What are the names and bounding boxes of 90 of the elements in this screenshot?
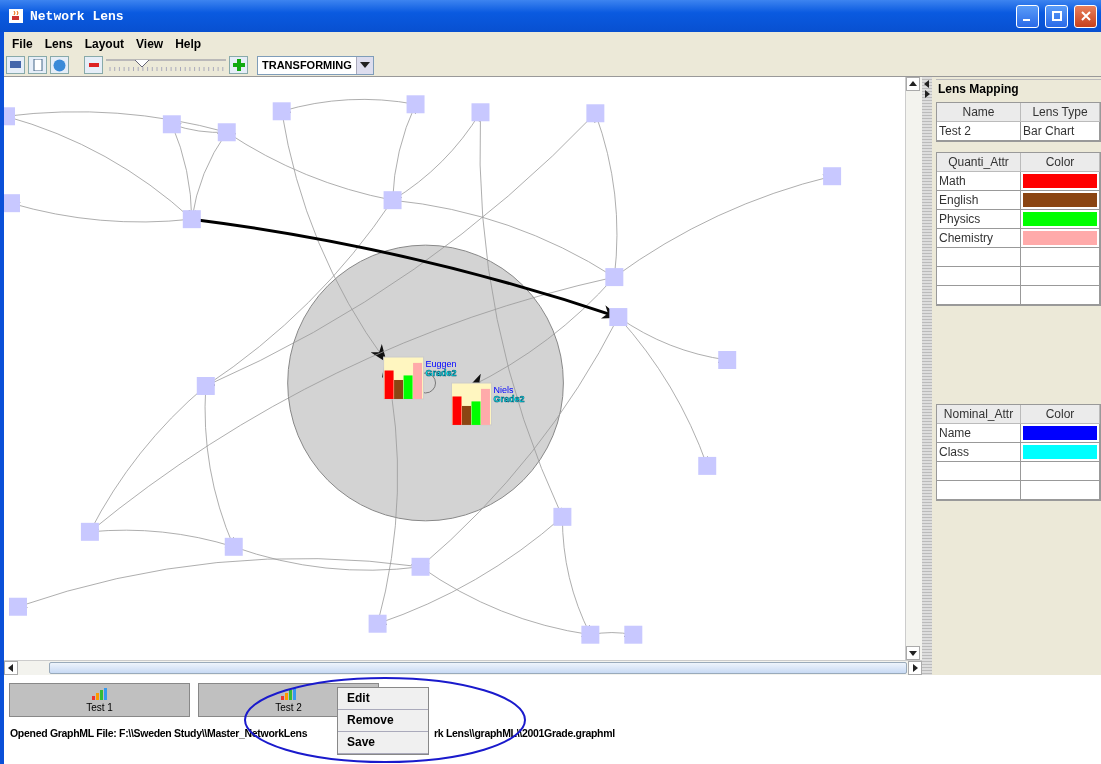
column-header: Lens Type [1021, 103, 1100, 122]
table-cell: Class [937, 443, 1021, 462]
graph-node[interactable] [272, 102, 291, 121]
graph-node[interactable] [718, 351, 737, 369]
document-icon [31, 59, 44, 71]
menu-item[interactable]: Help [175, 37, 202, 51]
toolbar-button[interactable] [50, 56, 69, 74]
window-title: Network Lens [30, 8, 125, 24]
toolbar-button[interactable] [28, 56, 47, 74]
zoom-out-button[interactable] [84, 56, 103, 74]
node-name: Euggen [425, 359, 457, 369]
close-button[interactable] [1074, 4, 1097, 28]
table-cell: Chemistry [937, 229, 1021, 248]
table-cell: Physics [937, 210, 1021, 229]
graph-node[interactable] [609, 308, 628, 327]
menu-item[interactable]: Edit [338, 688, 428, 710]
close-icon [1080, 11, 1091, 21]
color-swatch[interactable] [1023, 231, 1097, 245]
table-cell: Test 2 [937, 122, 1021, 141]
graph-node[interactable] [553, 507, 572, 526]
graph-node[interactable] [162, 115, 181, 134]
color-swatch[interactable] [1023, 445, 1097, 459]
column-header: Color [1021, 405, 1100, 424]
menu-item[interactable]: Lens [44, 37, 73, 51]
globe-icon [53, 58, 66, 72]
table-cell: Math [937, 172, 1021, 191]
graph-node[interactable] [224, 537, 243, 556]
color-swatch[interactable] [1023, 426, 1097, 440]
monitor-icon [9, 60, 22, 70]
graph-node[interactable] [196, 377, 215, 395]
graph-node[interactable] [4, 194, 20, 213]
mode-dropdown[interactable]: TRANSFORMING [257, 55, 374, 75]
color-swatch[interactable] [1023, 212, 1097, 226]
horizontal-scrollbar[interactable] [4, 660, 922, 675]
minimize-button[interactable] [1016, 4, 1039, 28]
bar-chart-icon [91, 687, 108, 700]
vertical-scrollbar[interactable] [905, 77, 922, 660]
color-swatch[interactable] [1023, 174, 1097, 188]
menu-item[interactable]: File [12, 37, 33, 51]
maximize-icon [1051, 11, 1062, 21]
color-swatch[interactable] [1023, 193, 1097, 207]
caret-icon [359, 62, 370, 68]
splitter[interactable] [922, 77, 932, 675]
table-cell: Name [937, 424, 1021, 443]
slider-thumb[interactable] [135, 57, 149, 65]
bar-chart-icon [383, 356, 425, 400]
zoom-slider[interactable] [106, 57, 226, 73]
menu-item[interactable]: View [136, 37, 164, 51]
graph-node[interactable] [471, 103, 490, 122]
down-arrow-icon [908, 648, 918, 658]
menu-item[interactable]: Remove [338, 710, 428, 732]
right-arrow-icon [910, 663, 920, 673]
graph-node[interactable] [217, 123, 236, 142]
graph-node[interactable] [368, 614, 387, 633]
node-class: Grade2 [493, 393, 525, 404]
menu-item[interactable]: Layout [84, 37, 125, 51]
maximize-button[interactable] [1045, 4, 1068, 28]
left-arrow-icon [6, 663, 16, 673]
column-header: Quanti_Attr [937, 153, 1021, 172]
column-header: Color [1021, 153, 1100, 172]
table-cell: Bar Chart [1021, 122, 1100, 141]
graph-node[interactable] [605, 268, 624, 287]
minimize-icon [1022, 19, 1030, 21]
cup-icon [8, 8, 24, 24]
node-name: Niels [493, 384, 514, 395]
bar-chart-icon [451, 382, 492, 426]
lens-button[interactable]: Test 1 [9, 683, 190, 717]
up-arrow-icon [908, 79, 918, 89]
column-header: Nominal_Attr [937, 405, 1021, 424]
node-class: Grade2 [425, 368, 457, 378]
graph-node[interactable] [586, 104, 605, 123]
graph-node[interactable] [624, 625, 643, 644]
graph-node[interactable] [9, 597, 27, 616]
graph-node[interactable] [406, 95, 425, 114]
toolbar-button[interactable] [6, 56, 25, 74]
graph-node[interactable] [698, 456, 717, 475]
graph-node[interactable] [182, 210, 201, 229]
graph-node[interactable] [80, 522, 99, 541]
lens-circle[interactable] [287, 244, 564, 522]
bar-chart-icon [280, 687, 297, 700]
graph-node[interactable] [823, 167, 842, 186]
menu-item[interactable]: Save [338, 732, 428, 754]
graph-node[interactable] [411, 557, 430, 576]
column-header: Name [937, 103, 1021, 122]
table-cell: English [937, 191, 1021, 210]
zoom-in-button[interactable] [229, 56, 248, 74]
graph-node[interactable] [4, 107, 15, 126]
graph-node[interactable] [383, 191, 402, 210]
plus-icon [232, 59, 245, 71]
graph-node[interactable] [581, 625, 600, 644]
